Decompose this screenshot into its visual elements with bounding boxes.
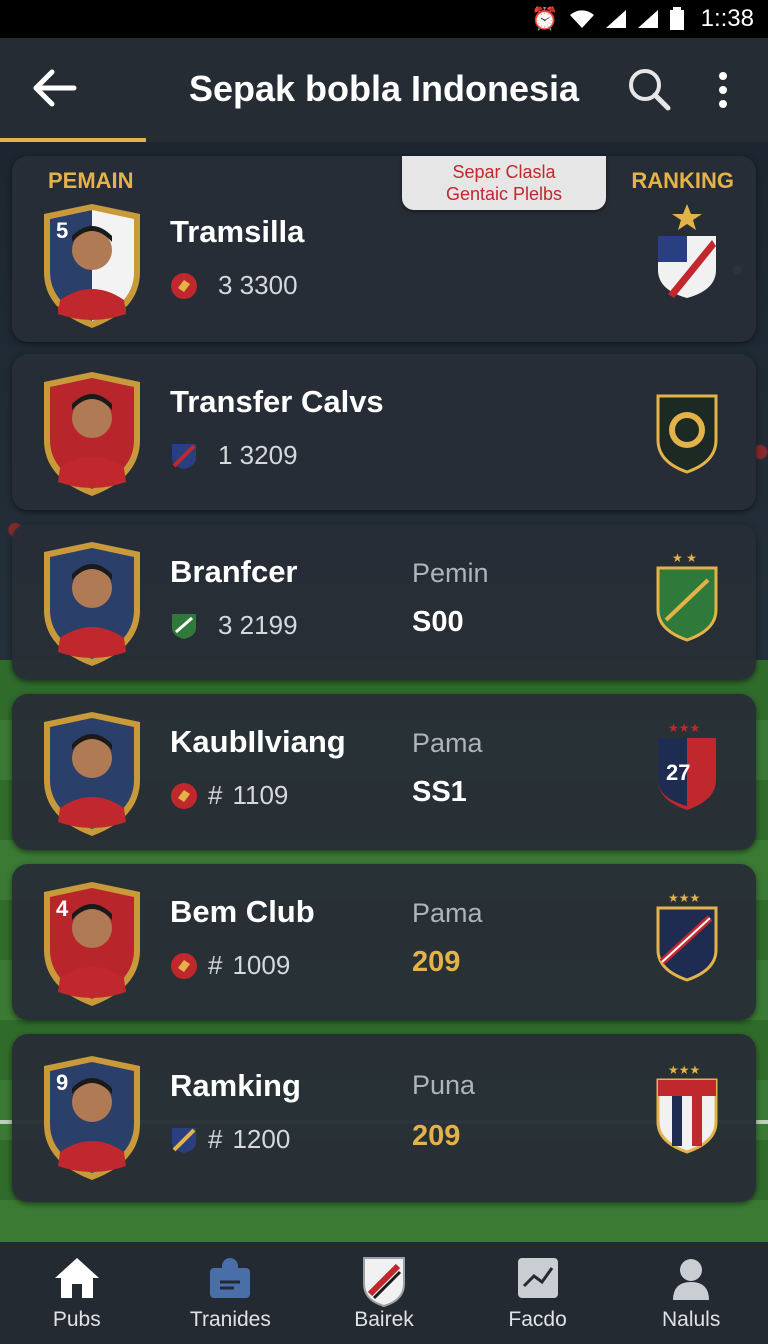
ranking-crest: ★ ★ <box>656 551 718 642</box>
stat-value: 1109 <box>232 780 289 810</box>
player-card[interactable]: KaubIlviang # 1109 Pama SS1 ★★★ 27 <box>12 694 756 850</box>
nav-label: Tranides <box>189 1308 271 1331</box>
tooltip-line: Gentaic Plelbs <box>445 184 563 204</box>
tooltip-popup: Separ Clasla Gentaic Plelbs <box>402 156 606 210</box>
club-badge-icon <box>172 443 196 469</box>
position-value: S00 <box>412 606 464 638</box>
stat-prefix: # <box>208 950 223 980</box>
bottom-nav: Pubs Tranides Bairek Facdo Naluls <box>0 1242 768 1344</box>
position-label: Pemin <box>412 558 489 588</box>
ranking-crest: ★★★ <box>656 891 718 982</box>
player-avatar: 5 <box>44 204 140 328</box>
nav-label: Naluls <box>661 1308 721 1331</box>
jersey-number: 4 <box>56 896 69 921</box>
search-icon[interactable] <box>626 66 672 112</box>
club-badge-icon <box>171 272 197 299</box>
club-badge-icon <box>171 782 197 809</box>
profile-icon <box>673 1259 710 1300</box>
stat-prefix: # <box>208 1124 223 1154</box>
player-stat: # 1009 <box>170 950 290 981</box>
transfer-icon <box>210 1258 251 1298</box>
club-badge-icon <box>172 613 196 639</box>
player-list: PEMAIN RANKING Separ Clasla Gentaic Plel… <box>12 156 756 1202</box>
stat-value: 1 3209 <box>218 440 298 470</box>
shield-icon <box>362 1257 405 1308</box>
alarm-icon: ⏰ <box>531 6 559 31</box>
nav-item-facdo[interactable]: Facdo <box>461 1242 615 1344</box>
ranking-crest <box>656 394 718 474</box>
player-stat: 3 2199 <box>170 610 298 641</box>
player-name: Branfcer <box>170 554 298 589</box>
player-name: KaubIlviang <box>170 724 346 759</box>
player-name: Bem Club <box>170 894 315 929</box>
ranking-crest: ★★★ <box>656 1063 718 1154</box>
column-header-player: PEMAIN <box>48 168 134 193</box>
position-value: 209 <box>412 1120 461 1152</box>
jersey-number: 5 <box>56 218 68 243</box>
wifi-icon <box>569 10 594 28</box>
player-name: Transfer Calvs <box>170 384 384 419</box>
player-card[interactable]: 9 Ramking # 1200 Puna 209 ★★★ <box>12 1034 756 1202</box>
position-label: Puna <box>412 1070 476 1100</box>
app-bar: Sepak bobla Indonesia <box>0 38 768 142</box>
home-icon <box>54 1258 99 1298</box>
player-name: Ramking <box>170 1068 301 1103</box>
player-avatar <box>44 372 140 496</box>
ranking-crest: ★★★ 27 <box>658 721 716 810</box>
position-label: Pama <box>412 898 483 928</box>
club-badge-icon <box>171 952 197 979</box>
player-stat: 1 3209 <box>170 440 298 471</box>
player-stat: 3 3300 <box>170 270 298 301</box>
svg-text:★★★: ★★★ <box>668 891 700 905</box>
player-card[interactable]: Branfcer 3 2199 Pemin S00 ★ ★ <box>12 524 756 680</box>
stat-value: 1200 <box>232 1124 291 1154</box>
stat-value: 3 3300 <box>218 270 298 300</box>
svg-text:★★★: ★★★ <box>668 721 700 735</box>
signal-icon <box>605 10 626 28</box>
svg-text:★★★: ★★★ <box>668 1063 700 1077</box>
signal-icon <box>637 10 658 28</box>
position-label: Pama <box>412 728 483 758</box>
stat-value: 3 2199 <box>218 610 298 640</box>
player-avatar <box>44 542 140 666</box>
stat-prefix: # <box>208 780 223 810</box>
tab-indicator <box>0 138 146 142</box>
nav-item-naluls[interactable]: Naluls <box>614 1242 768 1344</box>
player-card[interactable]: Transfer Calvs 1 3209 <box>12 354 756 510</box>
svg-text:★ ★: ★ ★ <box>672 551 697 565</box>
player-card[interactable]: 4 Bem Club # 1009 Pama 209 ★★★ <box>12 864 756 1020</box>
ranking-crest <box>658 204 716 298</box>
nav-item-bairek[interactable]: Bairek <box>307 1242 461 1344</box>
svg-text:27: 27 <box>666 760 690 785</box>
player-avatar: 4 <box>44 882 140 1006</box>
player-avatar <box>44 712 140 836</box>
player-stat: # 1109 <box>170 780 288 811</box>
tooltip-line: Separ Clasla <box>452 162 556 182</box>
nav-label: Pubs <box>52 1308 101 1331</box>
club-badge-icon <box>172 1127 196 1153</box>
stat-value: 1009 <box>232 950 291 980</box>
column-header-ranking: RANKING <box>631 168 734 193</box>
player-name: Tramsilla <box>170 214 305 249</box>
status-bar: ⏰ 1::38 <box>0 0 768 38</box>
player-stat: # 1200 <box>170 1124 290 1155</box>
nav-item-pubs[interactable]: Pubs <box>0 1242 154 1344</box>
player-avatar: 9 <box>44 1056 140 1180</box>
jersey-number: 9 <box>56 1070 68 1095</box>
chart-icon <box>517 1258 558 1298</box>
clock: 1::38 <box>700 5 754 32</box>
nav-label: Bairek <box>354 1308 414 1331</box>
more-vert-icon[interactable] <box>708 68 738 112</box>
position-value: SS1 <box>412 776 467 808</box>
nav-item-tranides[interactable]: Tranides <box>154 1242 308 1344</box>
battery-icon <box>669 7 684 30</box>
player-card[interactable]: PEMAIN RANKING Separ Clasla Gentaic Plel… <box>12 156 756 342</box>
nav-label: Facdo <box>508 1308 567 1331</box>
position-value: 209 <box>412 946 461 978</box>
